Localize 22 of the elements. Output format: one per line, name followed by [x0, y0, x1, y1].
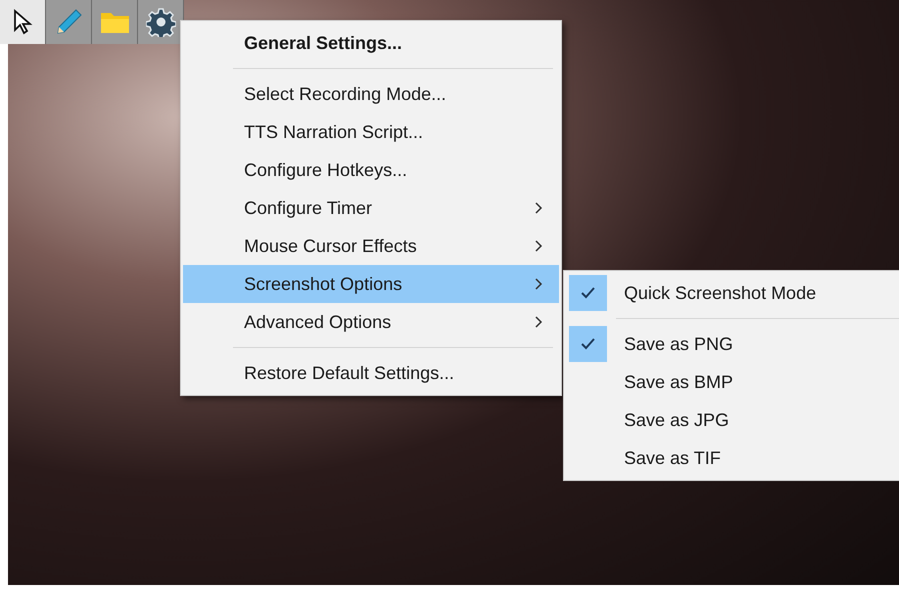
chevron-right-icon	[535, 240, 543, 252]
submenu-item[interactable]: Save as PNG	[564, 325, 899, 363]
submenu-item[interactable]: Quick Screenshot Mode	[564, 274, 899, 312]
menu-item[interactable]: TTS Narration Script...	[183, 113, 559, 151]
menu-item[interactable]: Restore Default Settings...	[183, 354, 559, 392]
chevron-right-icon	[535, 278, 543, 290]
menu-item[interactable]: Mouse Cursor Effects	[183, 227, 559, 265]
submenu-item[interactable]: Save as JPG	[564, 401, 899, 439]
gear-icon[interactable]	[146, 7, 176, 37]
chevron-right-icon	[535, 316, 543, 328]
submenu-item[interactable]: Save as BMP	[564, 363, 899, 401]
chevron-right-icon	[535, 202, 543, 214]
checkmark-icon	[581, 287, 595, 299]
menu-item[interactable]: Screenshot Options	[183, 265, 559, 303]
menu-item[interactable]: Select Recording Mode...	[183, 75, 559, 113]
menu-item[interactable]: General Settings...	[183, 24, 559, 62]
menu-item[interactable]: Configure Hotkeys...	[183, 151, 559, 189]
cursor-icon[interactable]	[12, 9, 34, 35]
menu-item[interactable]: Configure Timer	[183, 189, 559, 227]
submenu-item[interactable]: Save as TIF	[564, 439, 899, 477]
checkmark-icon	[581, 338, 595, 350]
menu-item[interactable]: Advanced Options	[183, 303, 559, 341]
